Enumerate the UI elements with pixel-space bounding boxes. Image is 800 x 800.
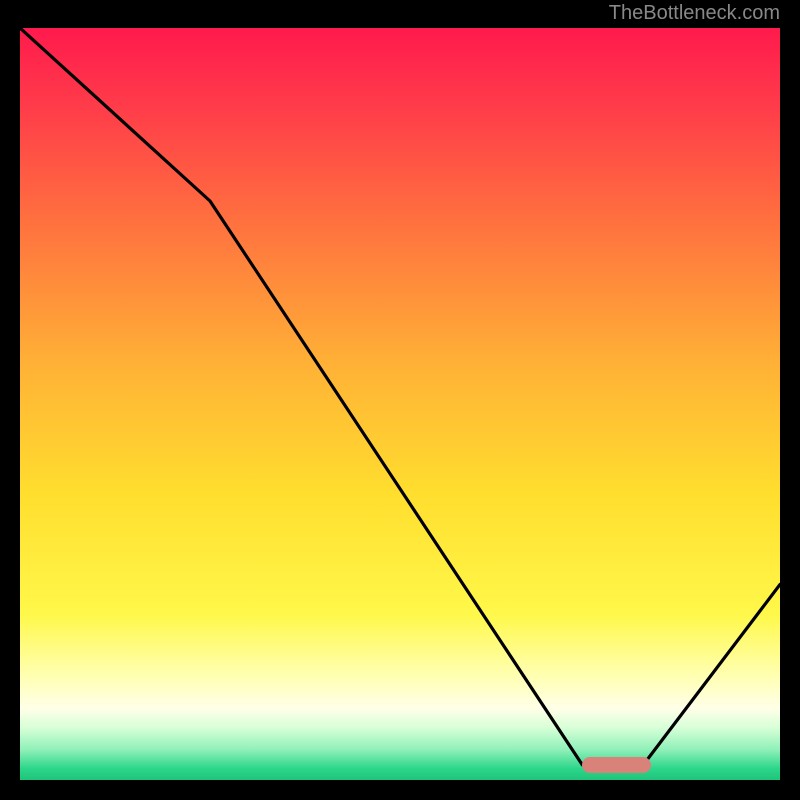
- bottleneck-curve: [20, 28, 780, 780]
- plot-area: [20, 28, 780, 780]
- watermark-text: TheBottleneck.com: [609, 2, 780, 25]
- optimal-marker: [582, 757, 650, 773]
